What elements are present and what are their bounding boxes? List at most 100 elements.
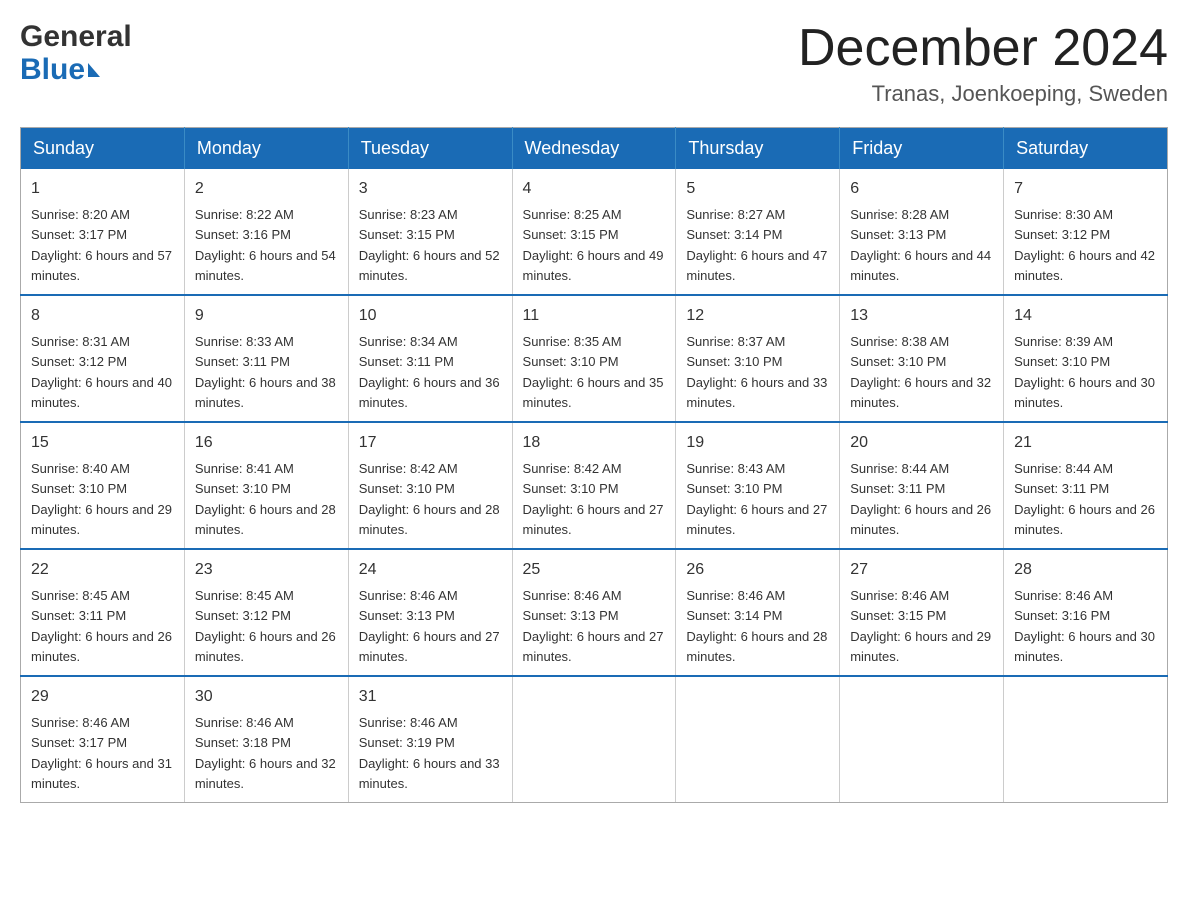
- calendar-day-cell: 13 Sunrise: 8:38 AMSunset: 3:10 PMDaylig…: [840, 295, 1004, 422]
- calendar-header: SundayMondayTuesdayWednesdayThursdayFrid…: [21, 128, 1168, 170]
- weekday-header-wednesday: Wednesday: [512, 128, 676, 170]
- day-number: 25: [523, 558, 666, 582]
- calendar-week-row: 29 Sunrise: 8:46 AMSunset: 3:17 PMDaylig…: [21, 676, 1168, 803]
- day-info: Sunrise: 8:23 AMSunset: 3:15 PMDaylight:…: [359, 207, 500, 283]
- day-number: 12: [686, 304, 829, 328]
- calendar-day-cell: 10 Sunrise: 8:34 AMSunset: 3:11 PMDaylig…: [348, 295, 512, 422]
- calendar-day-cell: 3 Sunrise: 8:23 AMSunset: 3:15 PMDayligh…: [348, 169, 512, 295]
- calendar-week-row: 1 Sunrise: 8:20 AMSunset: 3:17 PMDayligh…: [21, 169, 1168, 295]
- day-number: 2: [195, 177, 338, 201]
- calendar-day-cell: 28 Sunrise: 8:46 AMSunset: 3:16 PMDaylig…: [1004, 549, 1168, 676]
- logo-chevron-icon: [88, 63, 100, 77]
- day-number: 21: [1014, 431, 1157, 455]
- calendar-day-cell: 22 Sunrise: 8:45 AMSunset: 3:11 PMDaylig…: [21, 549, 185, 676]
- day-info: Sunrise: 8:35 AMSunset: 3:10 PMDaylight:…: [523, 334, 664, 410]
- calendar-day-cell: 1 Sunrise: 8:20 AMSunset: 3:17 PMDayligh…: [21, 169, 185, 295]
- day-number: 5: [686, 177, 829, 201]
- calendar-day-cell: 4 Sunrise: 8:25 AMSunset: 3:15 PMDayligh…: [512, 169, 676, 295]
- day-number: 18: [523, 431, 666, 455]
- calendar-day-cell: 23 Sunrise: 8:45 AMSunset: 3:12 PMDaylig…: [184, 549, 348, 676]
- weekday-header-tuesday: Tuesday: [348, 128, 512, 170]
- calendar-day-cell: 14 Sunrise: 8:39 AMSunset: 3:10 PMDaylig…: [1004, 295, 1168, 422]
- calendar-day-cell: 17 Sunrise: 8:42 AMSunset: 3:10 PMDaylig…: [348, 422, 512, 549]
- day-number: 4: [523, 177, 666, 201]
- day-info: Sunrise: 8:46 AMSunset: 3:18 PMDaylight:…: [195, 715, 336, 791]
- weekday-header-saturday: Saturday: [1004, 128, 1168, 170]
- calendar-day-cell: 29 Sunrise: 8:46 AMSunset: 3:17 PMDaylig…: [21, 676, 185, 803]
- day-number: 14: [1014, 304, 1157, 328]
- day-info: Sunrise: 8:41 AMSunset: 3:10 PMDaylight:…: [195, 461, 336, 537]
- day-info: Sunrise: 8:45 AMSunset: 3:11 PMDaylight:…: [31, 588, 172, 664]
- calendar-day-cell: 16 Sunrise: 8:41 AMSunset: 3:10 PMDaylig…: [184, 422, 348, 549]
- day-info: Sunrise: 8:22 AMSunset: 3:16 PMDaylight:…: [195, 207, 336, 283]
- calendar-day-cell: 19 Sunrise: 8:43 AMSunset: 3:10 PMDaylig…: [676, 422, 840, 549]
- weekday-header-friday: Friday: [840, 128, 1004, 170]
- day-number: 8: [31, 304, 174, 328]
- day-info: Sunrise: 8:40 AMSunset: 3:10 PMDaylight:…: [31, 461, 172, 537]
- day-number: 19: [686, 431, 829, 455]
- calendar-day-cell: [676, 676, 840, 803]
- calendar-day-cell: 20 Sunrise: 8:44 AMSunset: 3:11 PMDaylig…: [840, 422, 1004, 549]
- day-number: 22: [31, 558, 174, 582]
- day-info: Sunrise: 8:27 AMSunset: 3:14 PMDaylight:…: [686, 207, 827, 283]
- calendar-week-row: 8 Sunrise: 8:31 AMSunset: 3:12 PMDayligh…: [21, 295, 1168, 422]
- day-info: Sunrise: 8:33 AMSunset: 3:11 PMDaylight:…: [195, 334, 336, 410]
- calendar-day-cell: 2 Sunrise: 8:22 AMSunset: 3:16 PMDayligh…: [184, 169, 348, 295]
- calendar-day-cell: 30 Sunrise: 8:46 AMSunset: 3:18 PMDaylig…: [184, 676, 348, 803]
- calendar-day-cell: 15 Sunrise: 8:40 AMSunset: 3:10 PMDaylig…: [21, 422, 185, 549]
- calendar-table: SundayMondayTuesdayWednesdayThursdayFrid…: [20, 127, 1168, 803]
- day-info: Sunrise: 8:46 AMSunset: 3:17 PMDaylight:…: [31, 715, 172, 791]
- month-title: December 2024: [798, 20, 1168, 77]
- day-info: Sunrise: 8:20 AMSunset: 3:17 PMDaylight:…: [31, 207, 172, 283]
- day-info: Sunrise: 8:46 AMSunset: 3:15 PMDaylight:…: [850, 588, 991, 664]
- day-number: 6: [850, 177, 993, 201]
- day-number: 24: [359, 558, 502, 582]
- day-number: 7: [1014, 177, 1157, 201]
- day-info: Sunrise: 8:34 AMSunset: 3:11 PMDaylight:…: [359, 334, 500, 410]
- day-info: Sunrise: 8:42 AMSunset: 3:10 PMDaylight:…: [523, 461, 664, 537]
- calendar-day-cell: 27 Sunrise: 8:46 AMSunset: 3:15 PMDaylig…: [840, 549, 1004, 676]
- calendar-day-cell: 25 Sunrise: 8:46 AMSunset: 3:13 PMDaylig…: [512, 549, 676, 676]
- calendar-day-cell: [840, 676, 1004, 803]
- day-info: Sunrise: 8:39 AMSunset: 3:10 PMDaylight:…: [1014, 334, 1155, 410]
- calendar-day-cell: 11 Sunrise: 8:35 AMSunset: 3:10 PMDaylig…: [512, 295, 676, 422]
- day-number: 28: [1014, 558, 1157, 582]
- calendar-week-row: 15 Sunrise: 8:40 AMSunset: 3:10 PMDaylig…: [21, 422, 1168, 549]
- day-info: Sunrise: 8:43 AMSunset: 3:10 PMDaylight:…: [686, 461, 827, 537]
- day-number: 26: [686, 558, 829, 582]
- day-number: 11: [523, 304, 666, 328]
- day-info: Sunrise: 8:46 AMSunset: 3:13 PMDaylight:…: [359, 588, 500, 664]
- day-info: Sunrise: 8:45 AMSunset: 3:12 PMDaylight:…: [195, 588, 336, 664]
- calendar-week-row: 22 Sunrise: 8:45 AMSunset: 3:11 PMDaylig…: [21, 549, 1168, 676]
- logo-blue: Blue: [20, 53, 132, 86]
- calendar-day-cell: 6 Sunrise: 8:28 AMSunset: 3:13 PMDayligh…: [840, 169, 1004, 295]
- calendar-day-cell: 7 Sunrise: 8:30 AMSunset: 3:12 PMDayligh…: [1004, 169, 1168, 295]
- calendar-day-cell: [1004, 676, 1168, 803]
- day-number: 20: [850, 431, 993, 455]
- day-info: Sunrise: 8:42 AMSunset: 3:10 PMDaylight:…: [359, 461, 500, 537]
- calendar-day-cell: 26 Sunrise: 8:46 AMSunset: 3:14 PMDaylig…: [676, 549, 840, 676]
- weekday-header-sunday: Sunday: [21, 128, 185, 170]
- day-info: Sunrise: 8:30 AMSunset: 3:12 PMDaylight:…: [1014, 207, 1155, 283]
- day-number: 16: [195, 431, 338, 455]
- day-info: Sunrise: 8:28 AMSunset: 3:13 PMDaylight:…: [850, 207, 991, 283]
- calendar-day-cell: 21 Sunrise: 8:44 AMSunset: 3:11 PMDaylig…: [1004, 422, 1168, 549]
- weekday-header-thursday: Thursday: [676, 128, 840, 170]
- day-info: Sunrise: 8:31 AMSunset: 3:12 PMDaylight:…: [31, 334, 172, 410]
- calendar-day-cell: 5 Sunrise: 8:27 AMSunset: 3:14 PMDayligh…: [676, 169, 840, 295]
- calendar-day-cell: 12 Sunrise: 8:37 AMSunset: 3:10 PMDaylig…: [676, 295, 840, 422]
- day-number: 27: [850, 558, 993, 582]
- day-number: 13: [850, 304, 993, 328]
- day-number: 31: [359, 685, 502, 709]
- day-info: Sunrise: 8:38 AMSunset: 3:10 PMDaylight:…: [850, 334, 991, 410]
- weekday-header-monday: Monday: [184, 128, 348, 170]
- day-number: 10: [359, 304, 502, 328]
- calendar-day-cell: 31 Sunrise: 8:46 AMSunset: 3:19 PMDaylig…: [348, 676, 512, 803]
- day-info: Sunrise: 8:46 AMSunset: 3:13 PMDaylight:…: [523, 588, 664, 664]
- day-number: 30: [195, 685, 338, 709]
- day-info: Sunrise: 8:44 AMSunset: 3:11 PMDaylight:…: [850, 461, 991, 537]
- day-info: Sunrise: 8:25 AMSunset: 3:15 PMDaylight:…: [523, 207, 664, 283]
- day-info: Sunrise: 8:46 AMSunset: 3:14 PMDaylight:…: [686, 588, 827, 664]
- location-subtitle: Tranas, Joenkoeping, Sweden: [798, 81, 1168, 107]
- day-number: 17: [359, 431, 502, 455]
